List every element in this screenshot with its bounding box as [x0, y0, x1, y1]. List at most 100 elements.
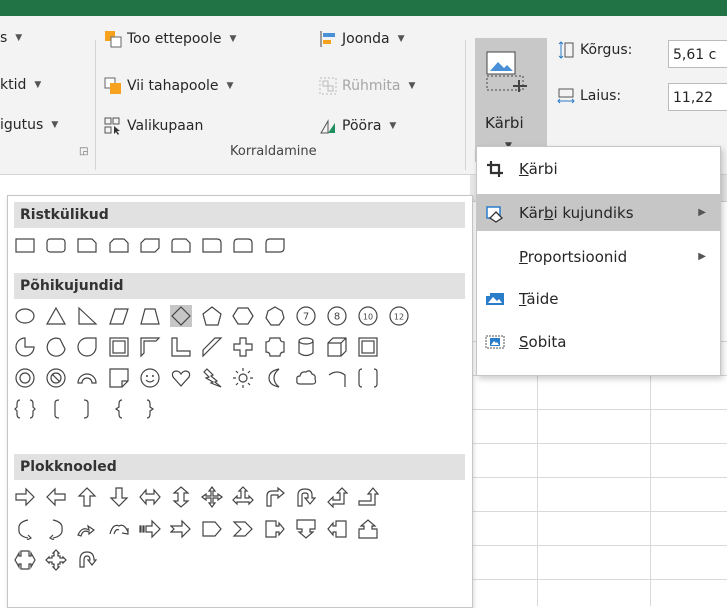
up-arrow-callout-shape-icon[interactable] — [357, 518, 379, 540]
left-right-up-arrow-shape-icon[interactable] — [232, 486, 255, 508]
frame-shape-icon[interactable] — [108, 336, 130, 358]
heart-shape-icon[interactable] — [170, 367, 192, 389]
can-shape-icon[interactable] — [295, 336, 317, 358]
menu-item-fill[interactable]: Täide — [477, 280, 720, 317]
left-arrow-callout-shape-icon[interactable] — [326, 518, 348, 540]
chord-shape-icon[interactable] — [45, 336, 67, 358]
rectangle-shape-icon[interactable] — [14, 234, 36, 256]
lightning-bolt-shape-icon[interactable] — [201, 367, 223, 389]
group-button[interactable]: Rühmita ▼ — [319, 77, 415, 95]
round-diagonal-rectangle-shape-icon[interactable] — [264, 234, 286, 256]
round-two-corner-rectangle-shape-icon[interactable] — [232, 234, 254, 256]
quad-arrow-callout-shape-icon[interactable] — [45, 549, 68, 571]
folded-corner-shape-icon[interactable] — [108, 367, 130, 389]
chevron-shape-icon[interactable] — [232, 518, 254, 540]
crop-button[interactable]: Kärbi ▼ — [475, 38, 547, 162]
right-triangle-shape-icon[interactable] — [76, 305, 98, 327]
oval-shape-icon[interactable] — [14, 305, 36, 327]
pentagon-arrow-shape-icon[interactable] — [201, 518, 223, 540]
curved-right-arrow-shape-icon[interactable] — [14, 518, 36, 541]
hexagon-shape-icon[interactable] — [232, 305, 255, 327]
u-turn-arrow-shape-icon[interactable] — [295, 486, 317, 508]
menu-item-fit[interactable]: Sobita — [477, 323, 720, 360]
cross-shape-icon[interactable] — [232, 336, 254, 358]
left-right-arrow-shape-icon[interactable] — [139, 486, 161, 508]
bent-up-arrow-shape-icon[interactable] — [357, 486, 380, 508]
svg-text:12: 12 — [394, 313, 404, 322]
menu-item-crop[interactable]: Kärbi — [477, 150, 720, 187]
double-brace-shape-icon[interactable] — [14, 398, 36, 420]
diamond-shape-icon[interactable] — [170, 305, 192, 327]
curved-down-arrow-shape-icon[interactable] — [108, 518, 130, 540]
number-ten-shape-icon[interactable]: 10 — [357, 305, 379, 327]
parallelogram-shape-icon[interactable] — [108, 305, 130, 327]
diagonal-stripe-shape-icon[interactable] — [201, 336, 223, 358]
right-bracket-shape-icon[interactable] — [76, 398, 98, 420]
ribbon-left-item-3[interactable]: igutus ▼ — [0, 117, 58, 133]
up-down-arrow-shape-icon[interactable] — [170, 486, 192, 508]
menu-item-aspect-ratio[interactable]: Proportsioonid ▶ — [477, 238, 720, 275]
teardrop-shape-icon[interactable] — [76, 336, 98, 358]
dialog-launcher-icon[interactable]: ◲ — [79, 146, 88, 157]
snip-two-corner-rectangle-shape-icon[interactable] — [108, 234, 130, 256]
send-backward-button[interactable]: Vii tahapoole ▼ — [104, 77, 233, 95]
trapezoid-shape-icon[interactable] — [139, 305, 161, 327]
down-arrow-shape-icon[interactable] — [108, 486, 130, 508]
snip-diagonal-rectangle-shape-icon[interactable] — [139, 234, 161, 256]
striped-right-arrow-shape-icon[interactable] — [139, 518, 161, 540]
ribbon-left-item-2[interactable]: ktid ▼ — [0, 77, 41, 93]
quad-arrow-shape-icon[interactable] — [201, 486, 224, 508]
number-twelve-shape-icon[interactable]: 12 — [388, 305, 410, 327]
half-frame-shape-icon[interactable] — [139, 336, 161, 358]
number-seven-shape-icon[interactable]: 7 — [295, 305, 317, 327]
curved-left-arrow-shape-icon[interactable] — [45, 518, 67, 541]
left-brace-shape-icon[interactable] — [108, 398, 130, 420]
triangle-shape-icon[interactable] — [45, 305, 67, 327]
arc-shape-icon[interactable] — [326, 367, 348, 389]
ribbon-left-item-1[interactable]: s ▼ — [0, 30, 22, 46]
width-input[interactable]: 11,22 — [668, 83, 727, 111]
right-brace-shape-icon[interactable] — [139, 398, 161, 420]
height-input[interactable]: 5,61 c — [668, 40, 727, 68]
rotate-button[interactable]: Pööra ▼ — [319, 117, 396, 135]
left-bracket-shape-icon[interactable] — [45, 398, 67, 420]
double-bracket-shape-icon[interactable] — [357, 367, 379, 389]
down-arrow-callout-shape-icon[interactable] — [295, 518, 317, 540]
bevel-shape-icon[interactable] — [357, 336, 379, 358]
cube-shape-icon[interactable] — [326, 336, 348, 358]
bring-forward-button[interactable]: Too ettepoole ▼ — [104, 30, 236, 48]
crop-picture-icon — [485, 50, 529, 98]
cloud-shape-icon[interactable] — [295, 367, 317, 389]
sun-shape-icon[interactable] — [232, 367, 254, 389]
curved-up-arrow-shape-icon[interactable] — [76, 518, 98, 540]
moon-shape-icon[interactable] — [264, 367, 286, 389]
plaque-shape-icon[interactable] — [264, 336, 286, 358]
snip-round-rectangle-shape-icon[interactable] — [170, 234, 192, 256]
selection-pane-button[interactable]: Valikupaan — [104, 117, 203, 135]
left-arrow-shape-icon[interactable] — [45, 486, 67, 508]
notched-right-arrow-shape-icon[interactable] — [169, 518, 192, 540]
group-icon — [319, 77, 337, 95]
pentagon-shape-icon[interactable] — [201, 305, 223, 327]
crop-dropdown-menu: Kärbi Kärbi kujundiks ▶ Proportsioonid ▶ Täid… — [476, 146, 721, 376]
pie-shape-icon[interactable] — [14, 336, 36, 358]
smiley-face-shape-icon[interactable] — [139, 367, 161, 389]
snip-corner-rectangle-shape-icon[interactable] — [76, 234, 98, 256]
bent-arrow-shape-icon[interactable] — [264, 486, 286, 508]
no-symbol-shape-icon[interactable] — [45, 367, 67, 389]
left-right-arrow-callout-shape-icon[interactable] — [14, 549, 36, 571]
round-corner-rectangle-shape-icon[interactable] — [201, 234, 223, 256]
number-eight-shape-icon[interactable]: 8 — [326, 305, 348, 327]
l-shape-icon[interactable] — [170, 336, 192, 358]
right-arrow-callout-shape-icon[interactable] — [264, 518, 286, 540]
align-button[interactable]: Joonda ▼ — [319, 30, 405, 48]
right-arrow-shape-icon[interactable] — [14, 486, 36, 508]
donut-shape-icon[interactable] — [14, 367, 36, 389]
circular-arrow-shape-icon[interactable] — [76, 549, 98, 571]
up-arrow-shape-icon[interactable] — [76, 486, 98, 508]
rounded-rectangle-shape-icon[interactable] — [45, 234, 67, 256]
heptagon-shape-icon[interactable] — [264, 305, 286, 327]
block-arc-shape-icon[interactable] — [76, 367, 98, 389]
left-up-arrow-shape-icon[interactable] — [326, 486, 349, 509]
menu-item-crop-to-shape[interactable]: Kärbi kujundiks ▶ — [477, 194, 720, 231]
